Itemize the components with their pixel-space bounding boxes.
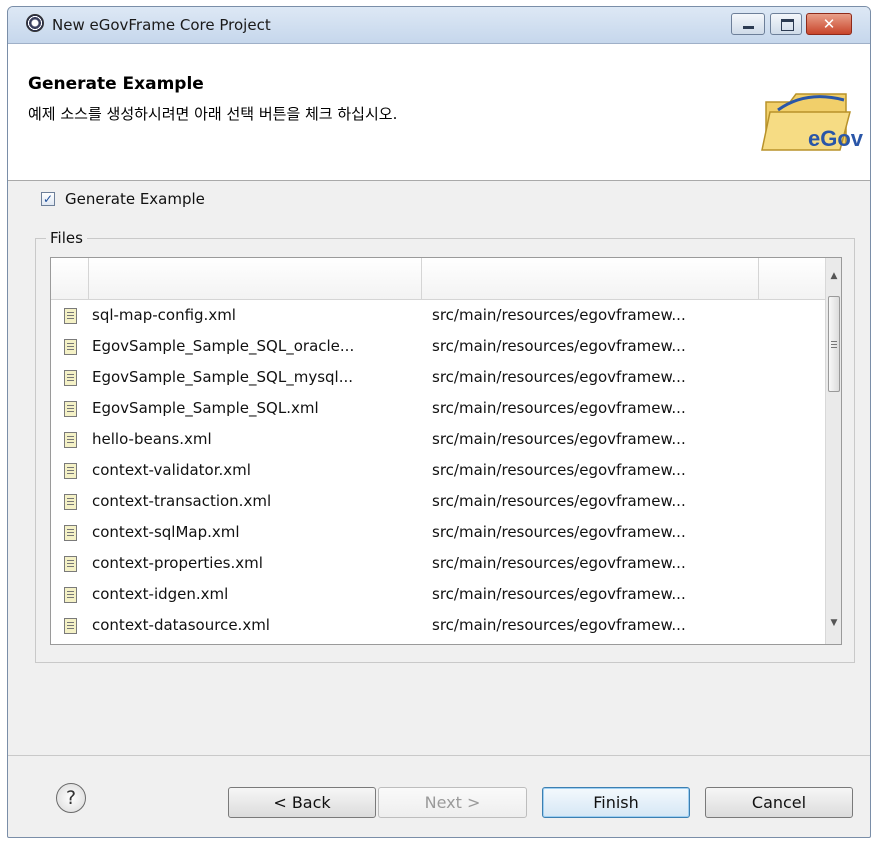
egov-logo-text: eGov [808, 126, 864, 151]
column-header-path[interactable] [422, 258, 759, 299]
next-button[interactable]: Next > [378, 787, 527, 818]
xml-file-icon [64, 494, 77, 510]
help-icon[interactable]: ? [56, 783, 86, 813]
table-row[interactable]: EgovSample_Sample_SQL.xml src/main/resou… [51, 393, 825, 424]
close-button[interactable]: ✕ [806, 13, 852, 35]
xml-file-icon [64, 463, 77, 479]
file-path: src/main/resources/egovframew... [432, 368, 686, 386]
file-path: src/main/resources/egovframew... [432, 306, 686, 324]
xml-file-icon [64, 370, 77, 386]
xml-file-icon [64, 525, 77, 541]
vertical-scrollbar[interactable]: ▲ ▼ [825, 258, 841, 644]
footer-divider [8, 755, 870, 756]
file-name: context-transaction.xml [92, 492, 272, 510]
page-title: Generate Example [28, 74, 204, 94]
scroll-up-arrow-icon[interactable]: ▲ [826, 271, 841, 281]
table-row[interactable]: context-properties.xml src/main/resource… [51, 548, 825, 579]
table-row[interactable]: sql-map-config.xml src/main/resources/eg… [51, 300, 825, 331]
table-row[interactable]: context-datasource.xml src/main/resource… [51, 610, 825, 641]
close-icon: ✕ [822, 15, 836, 33]
maximize-button[interactable] [770, 13, 802, 35]
table-row[interactable]: context-sqlMap.xml src/main/resources/eg… [51, 517, 825, 548]
finish-button[interactable]: Finish [542, 787, 690, 818]
minimize-button[interactable] [731, 13, 765, 35]
file-path: src/main/resources/egovframew... [432, 337, 686, 355]
xml-file-icon [64, 587, 77, 603]
file-name: EgovSample_Sample_SQL.xml [92, 399, 319, 417]
table-row[interactable]: EgovSample_Sample_SQL_oracle... src/main… [51, 331, 825, 362]
grip-icon [831, 341, 837, 342]
generate-example-label[interactable]: Generate Example [65, 190, 205, 208]
xml-file-icon [64, 432, 77, 448]
generate-example-checkbox[interactable]: ✓ [41, 192, 55, 206]
xml-file-icon [64, 401, 77, 417]
back-button[interactable]: < Back [228, 787, 376, 818]
page-description: 예제 소스를 생성하시려면 아래 선택 버튼을 체크 하십시오. [28, 105, 398, 123]
file-name: context-validator.xml [92, 461, 251, 479]
file-name: hello-beans.xml [92, 430, 212, 448]
table-row[interactable]: hello-beans.xml src/main/resources/egovf… [51, 424, 825, 455]
wizard-window: New eGovFrame Core Project ✕ Generate Ex… [7, 6, 871, 838]
column-header-icon[interactable] [51, 258, 89, 299]
file-path: src/main/resources/egovframew... [432, 585, 686, 603]
file-name: context-datasource.xml [92, 616, 270, 634]
table-row[interactable]: context-transaction.xml src/main/resourc… [51, 486, 825, 517]
title-bar[interactable]: New eGovFrame Core Project ✕ [8, 7, 870, 44]
scroll-down-arrow-icon[interactable]: ▼ [826, 618, 841, 628]
file-path: src/main/resources/egovframew... [432, 554, 686, 572]
xml-file-icon [64, 556, 77, 572]
table-header [51, 258, 825, 300]
file-path: src/main/resources/egovframew... [432, 616, 686, 634]
table-row[interactable]: context-validator.xml src/main/resources… [51, 455, 825, 486]
files-table[interactable]: sql-map-config.xml src/main/resources/eg… [50, 257, 842, 645]
file-name: EgovSample_Sample_SQL_oracle... [92, 337, 355, 355]
file-path: src/main/resources/egovframew... [432, 430, 686, 448]
file-name: context-idgen.xml [92, 585, 229, 603]
column-header-name[interactable] [89, 258, 422, 299]
file-name: sql-map-config.xml [92, 306, 236, 324]
file-name: context-properties.xml [92, 554, 263, 572]
file-path: src/main/resources/egovframew... [432, 399, 686, 417]
files-group-label: Files [46, 229, 87, 247]
file-path: src/main/resources/egovframew... [432, 492, 686, 510]
file-path: src/main/resources/egovframew... [432, 461, 686, 479]
cancel-button[interactable]: Cancel [705, 787, 853, 818]
wizard-header: Generate Example 예제 소스를 생성하시려면 아래 선택 버튼을… [8, 44, 870, 181]
xml-file-icon [64, 618, 77, 634]
table-row[interactable]: context-idgen.xml src/main/resources/ego… [51, 579, 825, 610]
window-title: New eGovFrame Core Project [52, 16, 271, 34]
eclipse-app-icon [26, 14, 44, 32]
xml-file-icon [64, 339, 77, 355]
file-path: src/main/resources/egovframew... [432, 523, 686, 541]
xml-file-icon [64, 308, 77, 324]
scrollbar-thumb[interactable] [828, 296, 840, 392]
file-name: context-sqlMap.xml [92, 523, 240, 541]
table-row[interactable]: EgovSample_Sample_SQL_mysql... src/main/… [51, 362, 825, 393]
file-name: EgovSample_Sample_SQL_mysql... [92, 368, 354, 386]
